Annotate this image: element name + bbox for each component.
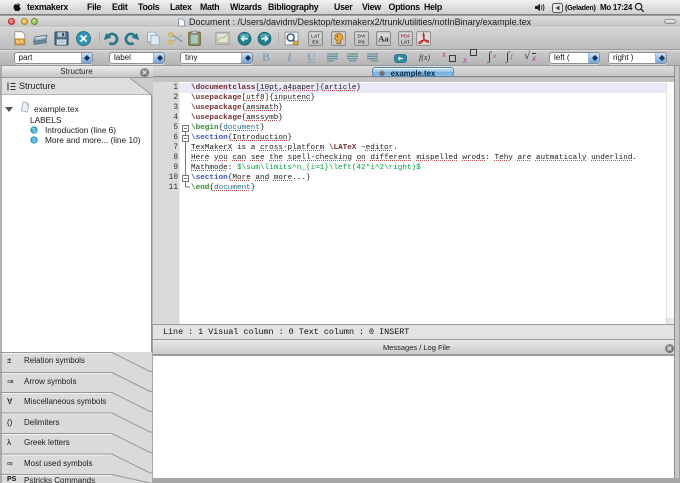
svg-text:PDF: PDF — [400, 34, 410, 40]
svg-text:LAT: LAT — [310, 34, 319, 40]
svg-text:S: S — [32, 138, 36, 144]
svg-text:Aa: Aa — [378, 34, 389, 44]
svg-text:LAT: LAT — [400, 39, 409, 45]
svg-text:PS: PS — [358, 39, 365, 45]
svg-text:S: S — [32, 128, 36, 134]
svg-text:DVI: DVI — [357, 34, 366, 40]
svg-text:EX: EX — [312, 39, 319, 45]
